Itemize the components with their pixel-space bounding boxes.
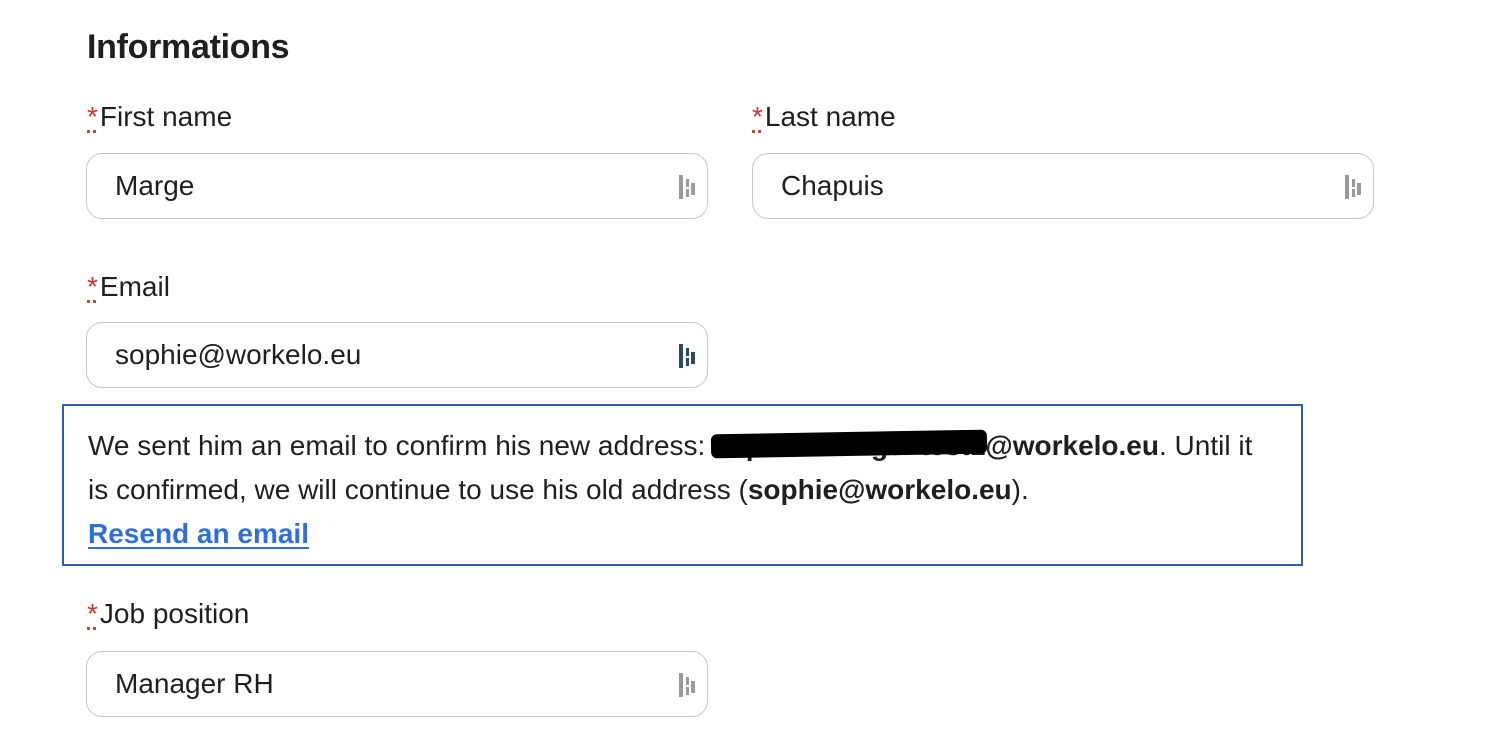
first-name-input[interactable]	[87, 154, 707, 218]
email-input[interactable]	[87, 323, 707, 387]
redacted-new-address: sophie+marge+test1	[713, 424, 985, 468]
last-name-label-text: Last name	[764, 101, 896, 132]
resend-email-link[interactable]: Resend an email	[88, 518, 309, 549]
password-manager-icon[interactable]	[677, 342, 699, 370]
old-address: sophie@workelo.eu	[747, 474, 1012, 505]
last-name-label: *Last name	[752, 100, 896, 134]
required-marker: *	[87, 271, 98, 302]
required-marker: *	[752, 101, 763, 132]
first-name-field	[86, 153, 708, 219]
job-position-label: *Job position	[87, 597, 249, 631]
new-address-domain: @workelo.eu	[985, 430, 1159, 461]
last-name-input[interactable]	[753, 154, 1373, 218]
section-title: Informations	[87, 28, 290, 66]
job-position-input[interactable]	[87, 652, 707, 716]
password-manager-icon[interactable]	[677, 173, 699, 201]
first-name-label: *First name	[87, 100, 232, 134]
last-name-field	[752, 153, 1374, 219]
notice-text-after: ).	[1011, 474, 1029, 505]
job-position-label-text: Job position	[99, 598, 250, 629]
email-field	[86, 322, 708, 388]
password-manager-icon[interactable]	[677, 671, 699, 699]
email-label: *Email	[87, 270, 170, 304]
password-manager-icon[interactable]	[1343, 173, 1365, 201]
email-confirmation-notice: We sent him an email to confirm his new …	[62, 404, 1303, 566]
email-label-text: Email	[99, 271, 170, 302]
required-marker: *	[87, 101, 98, 132]
required-marker: *	[87, 598, 98, 629]
first-name-label-text: First name	[99, 101, 233, 132]
notice-text-before: We sent him an email to confirm his new …	[88, 430, 714, 461]
job-position-field	[86, 651, 708, 717]
